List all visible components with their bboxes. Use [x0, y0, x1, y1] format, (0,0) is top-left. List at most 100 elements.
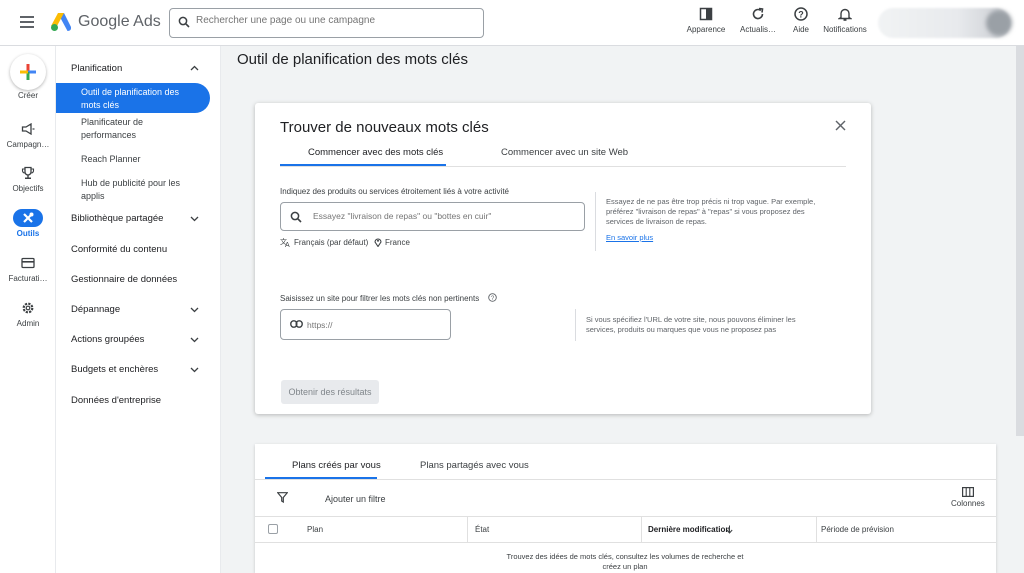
nav-section-planning[interactable]: Planification	[71, 63, 122, 74]
nav-section-bulk-actions[interactable]: Actions groupées	[71, 334, 144, 345]
nav-section-shared-library[interactable]: Bibliothèque partagée	[71, 213, 163, 224]
close-icon[interactable]	[835, 120, 846, 131]
column-header-last-modified[interactable]: Dernière modification	[648, 525, 730, 534]
appearance-button[interactable]: Apparence	[682, 6, 730, 34]
create-button[interactable]	[10, 54, 46, 90]
rail-item-admin[interactable]: Admin	[0, 299, 56, 328]
nav-item-app-hub[interactable]: Hub de publicité pour les applis	[81, 177, 196, 203]
rail-label: Objectifs	[12, 184, 44, 193]
keyword-hint: Essayez de ne pas être trop précis ni tr…	[606, 197, 846, 227]
add-filter-button[interactable]: Ajouter un filtre	[325, 494, 386, 504]
notifications-button[interactable]: Notifications	[818, 6, 872, 34]
help-circle-icon[interactable]: ?	[488, 293, 497, 302]
avatar[interactable]	[986, 10, 1012, 36]
chevron-down-icon[interactable]	[190, 337, 199, 343]
appearance-icon	[699, 7, 713, 21]
hint-line: Si vous spécifiez l'URL de votre site, n…	[586, 315, 796, 324]
hint-line: préférez "livraison de repas" à "repas" …	[606, 207, 805, 216]
nav-section-content-compliance[interactable]: Conformité du contenu	[71, 244, 167, 255]
learn-more-link[interactable]: En savoir plus	[606, 233, 653, 242]
notifications-label: Notifications	[823, 25, 867, 34]
tab-start-with-website[interactable]: Commencer avec un site Web	[501, 147, 628, 158]
column-header-status[interactable]: État	[475, 525, 489, 534]
hint-line: services, produits ou marques que vous n…	[586, 325, 777, 334]
filter-icon[interactable]	[277, 492, 288, 503]
tab-plans-created[interactable]: Plans créés par vous	[292, 460, 381, 471]
url-input-box[interactable]	[280, 309, 451, 340]
nav-section-budgets-bids[interactable]: Budgets et enchères	[71, 364, 158, 375]
page-scrollbar[interactable]	[1016, 46, 1024, 436]
appearance-label: Apparence	[686, 25, 726, 34]
create-label[interactable]: Créer	[0, 91, 56, 100]
arrow-down-icon[interactable]	[726, 525, 733, 534]
top-bar: Google Ads Apparence Actualis… ? Aide No…	[0, 0, 1024, 46]
plans-panel: Plans créés par vous Plans partagés avec…	[255, 444, 996, 573]
chevron-down-icon[interactable]	[190, 367, 199, 373]
location-selector[interactable]: France	[374, 237, 410, 247]
column-divider	[641, 517, 642, 542]
search-input[interactable]	[196, 15, 476, 26]
table-header-top-border	[255, 516, 996, 517]
secondary-nav: Planification Outil de planification des…	[56, 46, 221, 573]
tab-plans-shared[interactable]: Plans partagés avec vous	[420, 460, 529, 471]
help-button[interactable]: ? Aide	[786, 6, 816, 34]
translate-icon: 文A	[280, 237, 290, 247]
select-all-checkbox[interactable]	[268, 524, 278, 534]
empty-state-line: créez un plan	[602, 562, 648, 571]
nav-item-keyword-planner[interactable]: Outil de planification des mots clés	[81, 86, 196, 112]
refresh-button[interactable]: Actualis…	[736, 6, 780, 34]
columns-label: Colonnes	[951, 499, 985, 508]
search-icon	[178, 16, 190, 28]
help-icon: ?	[794, 7, 808, 21]
tab-start-with-keywords[interactable]: Commencer avec des mots clés	[308, 147, 443, 158]
megaphone-icon	[21, 123, 35, 135]
svg-text:A: A	[285, 242, 290, 247]
rail-label: Outils	[16, 229, 40, 238]
refresh-icon	[752, 7, 764, 20]
hint-divider	[595, 192, 596, 251]
rail-label: Facturati…	[8, 274, 48, 283]
google-ads-logo	[51, 13, 72, 31]
nav-section-data-manager[interactable]: Gestionnaire de données	[71, 274, 177, 285]
column-header-plan[interactable]: Plan	[307, 525, 323, 534]
empty-state-line: Trouvez des idées de mots clés, consulte…	[506, 552, 744, 561]
column-divider	[816, 517, 817, 542]
chevron-up-icon[interactable]	[190, 65, 199, 71]
columns-button[interactable]: Colonnes	[951, 487, 985, 508]
column-header-forecast-period[interactable]: Période de prévision	[821, 525, 894, 534]
rail-item-billing[interactable]: Facturati…	[0, 254, 56, 283]
language-label: Français (par défaut)	[294, 237, 369, 247]
url-input[interactable]	[307, 320, 437, 330]
menu-icon[interactable]	[20, 16, 34, 28]
language-selector[interactable]: 文A Français (par défaut)	[280, 237, 368, 247]
chevron-down-icon[interactable]	[190, 307, 199, 313]
left-rail: Créer Campagn… Objectifs Outils Facturat…	[0, 46, 56, 573]
credit-card-icon	[21, 257, 35, 269]
nav-item-reach-planner[interactable]: Reach Planner	[81, 153, 196, 166]
search-icon	[290, 211, 302, 223]
column-divider	[467, 517, 468, 542]
nav-section-business-data[interactable]: Données d'entreprise	[71, 395, 161, 406]
search-box[interactable]	[169, 8, 484, 38]
tools-icon	[23, 212, 34, 223]
chevron-down-icon[interactable]	[190, 216, 199, 222]
get-results-button[interactable]: Obtenir des résultats	[281, 380, 379, 404]
rail-item-campaigns[interactable]: Campagn…	[0, 120, 56, 149]
rail-label: Campagn…	[6, 140, 50, 149]
nav-item-performance-planner[interactable]: Planificateur de performances	[81, 116, 196, 142]
columns-icon	[961, 487, 974, 498]
refresh-label: Actualis…	[739, 25, 776, 34]
keyword-discovery-card: Trouver de nouveaux mots clés Commencer …	[255, 103, 871, 414]
rail-item-goals[interactable]: Objectifs	[0, 164, 56, 193]
brand-name: Google Ads	[78, 13, 161, 30]
location-label: France	[385, 237, 410, 247]
keyword-input[interactable]	[313, 211, 573, 221]
rail-item-tools[interactable]: Outils	[0, 209, 56, 238]
tab-divider	[255, 479, 996, 480]
empty-state-message: Trouvez des idées de mots clés, consulte…	[495, 552, 755, 572]
help-label: Aide	[792, 25, 809, 34]
card-title: Trouver de nouveaux mots clés	[280, 119, 489, 136]
bell-icon	[838, 8, 852, 21]
nav-section-troubleshooting[interactable]: Dépannage	[71, 304, 120, 315]
keyword-input-box[interactable]	[280, 202, 585, 231]
